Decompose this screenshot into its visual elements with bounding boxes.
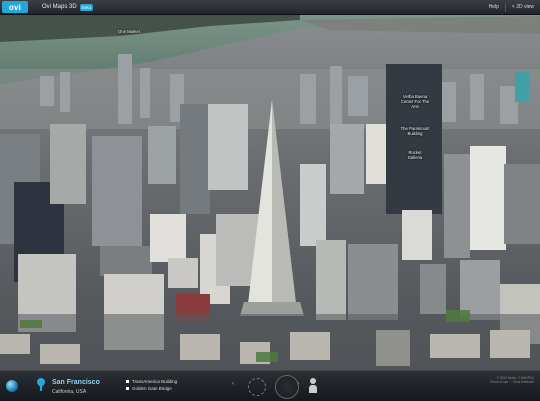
zoom-tilt-control[interactable] <box>275 375 299 399</box>
person-head <box>309 378 316 384</box>
building-icon <box>126 387 129 390</box>
landmark-label: TransAmerica Building <box>132 379 178 384</box>
building-icon <box>126 380 129 383</box>
map-view[interactable]: One Market Verba Buena Center For The Ar… <box>0 14 540 370</box>
street-view-person-icon[interactable] <box>308 378 317 394</box>
divider <box>504 2 506 12</box>
location-city[interactable]: San Francisco <box>52 379 100 386</box>
bottom-bar: San Francisco California, USA TransAmeri… <box>0 370 540 401</box>
landmark-item[interactable]: Golden Gate Bridge <box>126 385 177 392</box>
beta-badge: Beta <box>79 3 93 11</box>
app-title: Ovi Maps 3D <box>42 4 77 10</box>
logo-text: ovi <box>8 2 22 12</box>
view-2d-button[interactable]: < 2D view <box>512 4 534 10</box>
globe-icon[interactable] <box>6 380 18 392</box>
rotate-right-icon[interactable]: › <box>297 381 299 387</box>
poi-label-rocket-galleria[interactable]: Rocket Galleria <box>390 150 440 160</box>
copyright-text: © 2010 Nokia © NAVTEQ Terms of use · Sen… <box>489 376 534 384</box>
poi-label-verba-buena[interactable]: Verba Buena Center For The Arts <box>390 94 440 109</box>
poi-label-one-market[interactable]: One Market <box>118 29 140 34</box>
landmark-list: TransAmerica Building Golden Gate Bridge <box>126 378 177 392</box>
landmark-label: Golden Gate Bridge <box>132 386 172 391</box>
help-link[interactable]: Help <box>489 4 499 10</box>
aerial-city-render <box>0 14 540 370</box>
rotate-left-icon[interactable]: ‹ <box>232 381 234 387</box>
compass-control[interactable] <box>248 378 266 396</box>
landmark-item[interactable]: TransAmerica Building <box>126 378 177 385</box>
top-right-links: Help < 2D view <box>489 2 540 12</box>
poi-label-paramount[interactable]: The Paramount Building <box>390 126 440 136</box>
top-bar: ovi Ovi Maps 3D Beta Help < 2D view <box>0 0 540 15</box>
ovi-logo[interactable]: ovi <box>2 1 28 13</box>
location-pin-stem <box>40 385 42 391</box>
location-region: California, USA <box>52 389 87 395</box>
person-body <box>308 385 317 393</box>
